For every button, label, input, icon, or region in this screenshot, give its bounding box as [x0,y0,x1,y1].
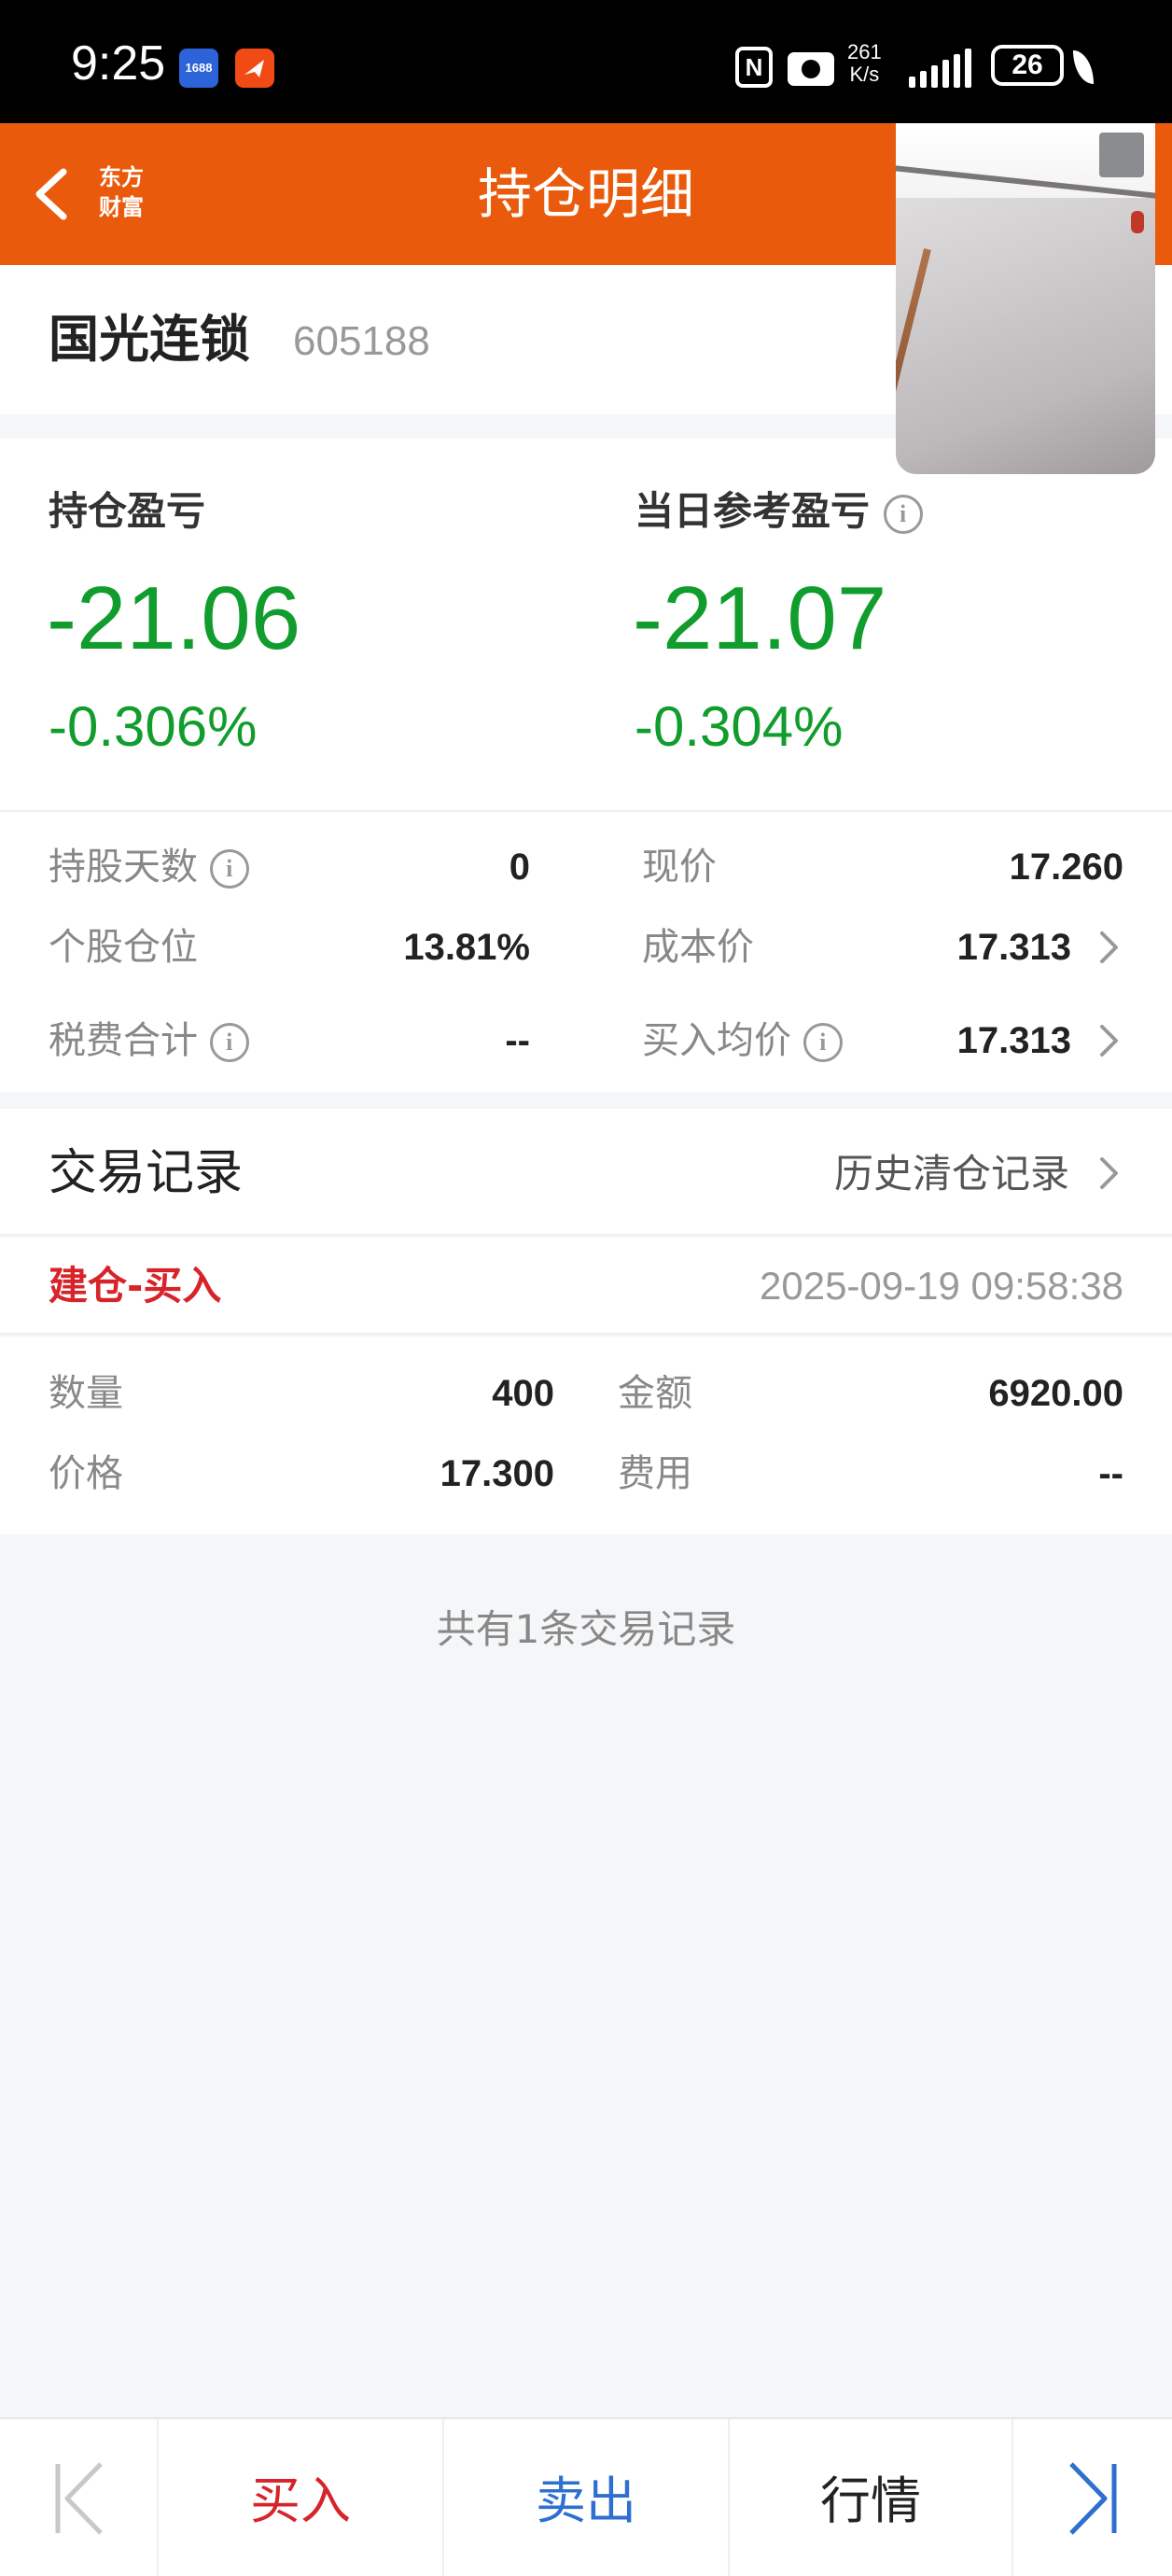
cost-price-value[interactable]: 17.313 [957,924,1071,971]
app-1688-icon: 1688 [179,49,218,88]
prev-stock-button[interactable] [0,2419,159,2576]
avg-buy-label: 买入均价 [642,1019,791,1062]
info-icon[interactable]: i [209,849,249,889]
trade-records-header: 交易记录 历史清仓记录 [0,1109,1172,1236]
position-pnl-label: 持仓盈亏 [49,488,206,534]
record-qty-label: 数量 [49,1372,123,1415]
status-bar: 9:25 1688 N 261 K/s 26 [0,0,1172,123]
bottom-action-bar: 买入 卖出 行情 [0,2417,1172,2576]
tax-fee-value: -- [505,1020,530,1061]
app-notification-icon [235,49,274,88]
prev-icon [55,2462,103,2535]
position-ratio-label: 个股仓位 [49,926,198,969]
power-saving-leaf-icon [1073,50,1094,84]
record-type: 建仓-买入 [49,1263,222,1309]
stock-code: 605188 [293,318,430,364]
chevron-right-icon[interactable] [1095,1152,1123,1195]
network-speed-value: 261 [847,40,882,63]
trade-records-title: 交易记录 [49,1145,244,1201]
tax-fee-label: 税费合计 [49,1019,198,1062]
status-time: 9:25 [71,36,166,91]
trade-record-header: 建仓-买入 2025-09-19 09:58:38 [0,1238,1172,1335]
avg-buy-label-group: 买入均价 i [642,1017,843,1064]
info-icon[interactable]: i [209,1023,249,1062]
video-call-overlay[interactable] [896,123,1155,474]
next-stock-button[interactable] [1013,2419,1172,2576]
tax-fee-label-group: 税费合计 i [49,1017,249,1064]
info-icon[interactable]: i [802,1023,843,1062]
pnl-panel: 持仓盈亏 -21.06 -0.306% 当日参考盈亏 i -21.07 -0.3… [0,439,1172,812]
sell-button[interactable]: 卖出 [444,2419,730,2576]
current-price-label: 现价 [642,846,717,889]
history-clear-link[interactable]: 历史清仓记录 [834,1150,1069,1198]
video-red-spot [1131,211,1144,233]
quote-button[interactable]: 行情 [730,2419,1013,2576]
trade-record: 数量 400 金额 6920.00 价格 17.300 费用 -- [0,1337,1172,1534]
record-amount-label: 金额 [618,1372,692,1415]
record-time: 2025-09-19 09:58:38 [760,1264,1123,1308]
avg-buy-value[interactable]: 17.313 [957,1017,1071,1064]
daily-pnl-label-group: 当日参考盈亏 i [635,487,923,536]
self-view-thumbnail[interactable] [1099,133,1144,177]
hold-days-label: 持股天数 [49,846,198,889]
network-speed-unit: K/s [849,63,880,86]
chevron-right-icon[interactable] [1095,1019,1123,1062]
records-summary: 共有1条交易记录 [436,1606,736,1652]
hold-days-value: 0 [509,847,530,888]
nfc-icon: N [735,47,773,88]
video-stick [896,248,931,474]
daily-pnl-label: 当日参考盈亏 [635,488,871,534]
position-ratio-value: 13.81% [403,927,530,968]
record-qty-value: 400 [492,1373,554,1414]
chevron-right-icon[interactable] [1095,926,1123,969]
buy-button[interactable]: 买入 [159,2419,444,2576]
daily-pnl-percent: -0.304% [635,695,844,758]
stats-panel: 持股天数 i 0 现价 17.260 个股仓位 13.81% 成本价 17.31… [0,812,1172,1092]
next-icon [1069,2462,1117,2535]
record-amount-value: 6920.00 [988,1373,1123,1414]
info-icon[interactable]: i [883,494,923,534]
camera-icon [788,52,834,86]
network-speed: 261 K/s [847,41,882,86]
signal-icon [909,47,976,88]
sell-button-label: 卖出 [536,2471,636,2530]
quote-button-label: 行情 [820,2471,921,2530]
record-price-value: 17.300 [440,1453,554,1494]
buy-button-label: 买入 [250,2471,351,2530]
record-price-label: 价格 [49,1452,123,1495]
daily-pnl-value: -21.07 [633,568,887,668]
battery-icon: 26 [991,45,1064,86]
position-pnl-percent: -0.306% [49,695,258,758]
cost-price-label: 成本价 [642,926,754,969]
current-price-value: 17.260 [1009,847,1123,888]
record-fee-value: -- [1098,1453,1123,1494]
stock-name: 国光连锁 [49,310,250,369]
record-fee-label: 费用 [618,1452,692,1495]
position-pnl-value: -21.06 [47,568,301,668]
hold-days-label-group: 持股天数 i [49,844,249,890]
